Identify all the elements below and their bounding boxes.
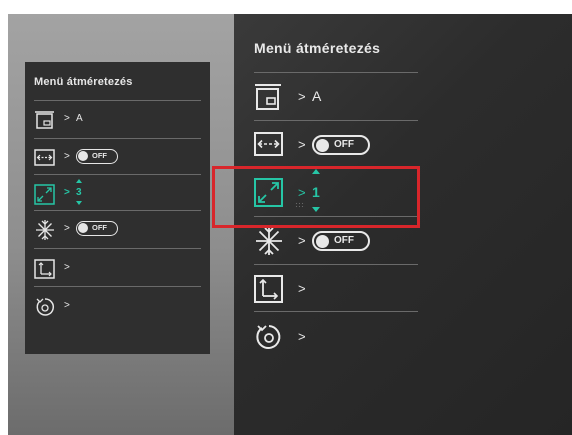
chevron-right-icon: >: [298, 281, 306, 296]
chevron-right-icon: >: [298, 89, 306, 104]
big-row-width[interactable]: > OFF: [254, 128, 434, 168]
freeze-toggle[interactable]: OFF: [312, 231, 370, 251]
divider: [34, 248, 201, 249]
toggle-knob: [78, 223, 88, 233]
toggle-label: OFF: [334, 139, 354, 150]
big-menu-title: Menü átméretezés: [254, 40, 381, 56]
mini-row-resize-selected[interactable]: > 3: [34, 179, 204, 207]
width-expand-icon: [254, 132, 283, 156]
mini-row-freeze[interactable]: > OFF: [34, 217, 204, 243]
mini-row-width[interactable]: > OFF: [34, 145, 204, 171]
axes-icon: [34, 259, 55, 279]
freeze-toggle[interactable]: OFF: [76, 221, 118, 236]
divider: [34, 138, 201, 139]
divider: [254, 72, 418, 73]
screenshot-frame: Menü átméretezés > A > OFF > 3 > OFF > >…: [0, 0, 572, 435]
divider: [34, 100, 201, 101]
divider: [34, 286, 201, 287]
chevron-right-icon: >: [64, 262, 70, 273]
chevron-right-icon: >: [64, 113, 70, 124]
big-row-value: A: [312, 88, 322, 104]
mini-row-reset[interactable]: >: [34, 294, 204, 320]
width-toggle[interactable]: OFF: [312, 135, 370, 155]
chevron-right-icon: >: [298, 137, 306, 152]
chevron-right-icon: >: [298, 233, 306, 248]
divider: [34, 210, 201, 211]
big-row-freeze[interactable]: > OFF: [254, 224, 434, 264]
toggle-label: OFF: [334, 235, 354, 246]
mini-menu-panel: Menü átméretezés > A > OFF > 3 > OFF > >: [25, 62, 210, 354]
mini-row-screen-position[interactable]: > A: [34, 107, 204, 133]
big-row-reset[interactable]: >: [254, 320, 434, 360]
width-toggle[interactable]: OFF: [76, 149, 118, 164]
arrow-up-icon[interactable]: [76, 179, 82, 183]
snowflake-icon: [256, 227, 282, 255]
divider: [254, 120, 418, 121]
selection-highlight-box: [212, 166, 420, 228]
toggle-label: OFF: [92, 223, 107, 232]
reset-icon: [36, 298, 54, 316]
mini-row-value: 3: [76, 187, 82, 198]
resize-arrows-icon: [34, 184, 55, 205]
divider: [254, 264, 418, 265]
toggle-knob: [78, 151, 88, 161]
divider: [254, 311, 418, 312]
toggle-knob: [316, 138, 329, 152]
snowflake-icon: [36, 220, 54, 240]
chevron-right-icon: >: [64, 223, 70, 234]
width-expand-icon: [34, 149, 55, 166]
divider: [34, 174, 201, 175]
chevron-right-icon: >: [64, 151, 70, 162]
toggle-label: OFF: [92, 151, 107, 160]
mini-row-value: A: [76, 113, 83, 124]
chevron-right-icon: >: [64, 300, 70, 311]
screen-position-icon: [35, 111, 54, 129]
screen-position-icon: [255, 84, 281, 110]
arrow-down-icon[interactable]: [76, 201, 82, 205]
axes-icon: [254, 275, 283, 303]
mini-menu-title: Menü átméretezés: [34, 76, 133, 88]
toggle-knob: [316, 234, 329, 248]
big-row-axes[interactable]: >: [254, 272, 434, 312]
chevron-right-icon: >: [298, 329, 306, 344]
big-row-screen-position[interactable]: > A: [254, 80, 434, 120]
reset-icon: [256, 325, 281, 349]
chevron-right-icon: >: [64, 187, 70, 198]
mini-row-axes[interactable]: >: [34, 256, 204, 282]
